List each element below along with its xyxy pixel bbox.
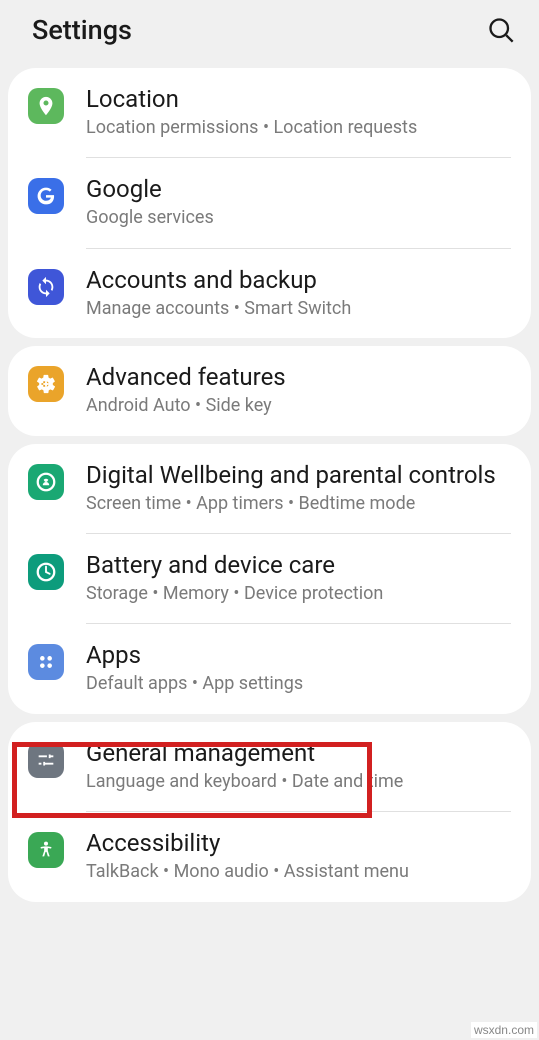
sliders-icon (28, 742, 64, 778)
settings-item-accounts[interactable]: Accounts and backup Manage accounts • Sm… (8, 249, 531, 338)
item-title: Apps (86, 640, 511, 670)
item-title: Advanced features (86, 362, 511, 392)
gear-plus-icon (28, 366, 64, 402)
settings-group: Advanced features Android Auto • Side ke… (8, 346, 531, 435)
location-icon (28, 88, 64, 124)
settings-item-accessibility[interactable]: Accessibility TalkBack • Mono audio • As… (8, 812, 531, 901)
header: Settings (0, 0, 539, 60)
apps-icon (28, 644, 64, 680)
item-title: Battery and device care (86, 550, 511, 580)
search-icon[interactable] (487, 16, 515, 44)
settings-item-general[interactable]: General management Language and keyboard… (8, 722, 531, 811)
settings-item-wellbeing[interactable]: Digital Wellbeing and parental controls … (8, 444, 531, 533)
sync-icon (28, 269, 64, 305)
page-title: Settings (32, 14, 132, 46)
item-title: Google (86, 174, 511, 204)
item-title: General management (86, 738, 511, 768)
settings-item-google[interactable]: Google Google services (8, 158, 531, 247)
device-care-icon (28, 554, 64, 590)
settings-item-location[interactable]: Location Location permissions • Location… (8, 68, 531, 157)
item-subtitle: Location permissions • Location requests (86, 116, 511, 139)
item-subtitle: Storage • Memory • Device protection (86, 582, 511, 605)
item-subtitle: Default apps • App settings (86, 672, 511, 695)
watermark: wsxdn.com (471, 1022, 537, 1038)
settings-group: Location Location permissions • Location… (8, 68, 531, 338)
settings-item-battery[interactable]: Battery and device care Storage • Memory… (8, 534, 531, 623)
item-subtitle: Language and keyboard • Date and time (86, 770, 511, 793)
item-subtitle: Android Auto • Side key (86, 394, 511, 417)
item-subtitle: Screen time • App timers • Bedtime mode (86, 492, 511, 515)
item-title: Location (86, 84, 511, 114)
item-subtitle: Google services (86, 206, 511, 229)
wellbeing-icon (28, 464, 64, 500)
accessibility-icon (28, 832, 64, 868)
settings-group: General management Language and keyboard… (8, 722, 531, 902)
google-icon (28, 178, 64, 214)
item-title: Digital Wellbeing and parental controls (86, 460, 511, 490)
item-title: Accounts and backup (86, 265, 511, 295)
settings-item-advanced[interactable]: Advanced features Android Auto • Side ke… (8, 346, 531, 435)
item-subtitle: Manage accounts • Smart Switch (86, 297, 511, 320)
settings-group: Digital Wellbeing and parental controls … (8, 444, 531, 714)
item-subtitle: TalkBack • Mono audio • Assistant menu (86, 860, 511, 883)
item-title: Accessibility (86, 828, 511, 858)
settings-item-apps[interactable]: Apps Default apps • App settings (8, 624, 531, 713)
